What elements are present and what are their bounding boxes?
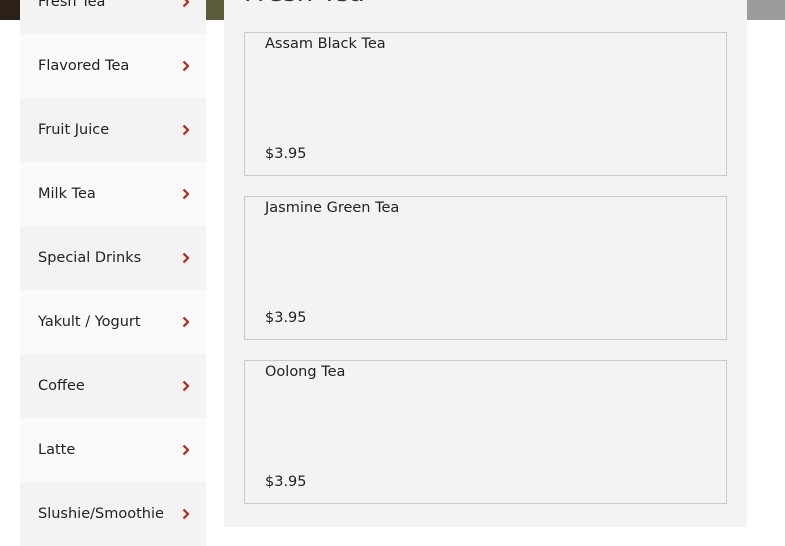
menu-item-name: Jasmine Green Tea <box>265 200 400 216</box>
hero-edge <box>747 0 785 20</box>
menu-item-price: $3.95 <box>265 310 307 326</box>
sidebar-item-label: Milk Tea <box>38 186 96 202</box>
chevron-right-icon <box>180 252 192 264</box>
sidebar-item-coffee[interactable]: Coffee <box>20 354 206 418</box>
sidebar-item-label: Slushie/Smoothie <box>38 506 164 522</box>
sidebar-item-label: Special Drinks <box>38 250 142 266</box>
hero-image <box>0 0 20 20</box>
menu-item-card[interactable]: Oolong Tea $3.95 <box>244 360 727 504</box>
menu-item-price: $3.95 <box>265 474 307 490</box>
category-sidebar: Fresh Tea Flavored Tea Fruit Juice Milk … <box>20 0 206 546</box>
sidebar-item-label: Fruit Juice <box>38 122 110 138</box>
chevron-right-icon <box>180 0 192 8</box>
sidebar-item-milk-tea[interactable]: Milk Tea <box>20 162 206 226</box>
sidebar-item-label: Yakult / Yogurt <box>38 314 141 330</box>
sidebar-item-flavored-tea[interactable]: Flavored Tea <box>20 34 206 98</box>
chevron-right-icon <box>180 316 192 328</box>
hero-image-strip <box>206 0 224 20</box>
chevron-right-icon <box>180 60 192 72</box>
sidebar-item-slushie-smoothie[interactable]: Slushie/Smoothie <box>20 482 206 546</box>
chevron-right-icon <box>180 444 192 456</box>
sidebar-item-yakult-yogurt[interactable]: Yakult / Yogurt <box>20 290 206 354</box>
menu-item-card[interactable]: Assam Black Tea $3.95 <box>244 32 727 176</box>
sidebar-item-label: Fresh Tea <box>38 0 106 10</box>
menu-item-name: Assam Black Tea <box>265 36 386 52</box>
chevron-right-icon <box>180 188 192 200</box>
sidebar-item-fruit-juice[interactable]: Fruit Juice <box>20 98 206 162</box>
sidebar-item-latte[interactable]: Latte <box>20 418 206 482</box>
sidebar-item-label: Flavored Tea <box>38 58 130 74</box>
sidebar-item-label: Coffee <box>38 378 85 394</box>
menu-item-name: Oolong Tea <box>265 364 346 380</box>
sidebar-item-special-drinks[interactable]: Special Drinks <box>20 226 206 290</box>
sidebar-item-fresh-tea[interactable]: Fresh Tea <box>20 0 206 34</box>
sidebar-item-label: Latte <box>38 442 76 458</box>
menu-panel: Fresh Tea Assam Black Tea $3.95 Jasmine … <box>224 0 747 527</box>
chevron-right-icon <box>180 380 192 392</box>
category-title: Fresh Tea <box>244 0 365 8</box>
chevron-right-icon <box>180 124 192 136</box>
chevron-right-icon <box>180 508 192 520</box>
menu-item-card[interactable]: Jasmine Green Tea $3.95 <box>244 196 727 340</box>
menu-item-price: $3.95 <box>265 146 307 162</box>
